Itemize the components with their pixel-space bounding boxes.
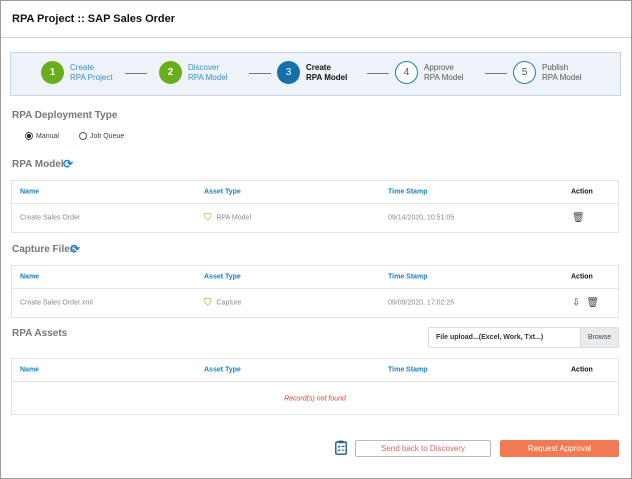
step-connector	[485, 73, 507, 74]
rpa-assets-heading: RPA Assets	[12, 328, 68, 339]
col-asset-type[interactable]: Asset Type	[204, 274, 241, 281]
col-name[interactable]: Name	[20, 274, 39, 281]
col-asset-type[interactable]: Asset Type	[204, 367, 241, 374]
step-connector	[125, 73, 147, 74]
cell-time-stamp: 09/14/2020, 10:51:05	[388, 214, 455, 222]
col-time-stamp[interactable]: Time Stamp	[388, 189, 428, 196]
step-5[interactable]: 5 Publish RPA Model	[513, 61, 581, 84]
step-sublabel: RPA Model	[306, 72, 348, 82]
cell-name: Create Sales Order.xml	[20, 299, 93, 307]
trash-icon[interactable]: 🗑	[586, 298, 599, 309]
browse-button[interactable]: Browse	[580, 328, 618, 347]
step-3[interactable]: 3 Create RPA Model	[277, 61, 347, 84]
deployment-type-heading: RPA Deployment Type	[12, 110, 118, 121]
col-name[interactable]: Name	[20, 189, 39, 196]
col-action: Action	[571, 188, 593, 196]
table-header: Name Asset Type Time Stamp Action	[12, 359, 618, 382]
step-number: 1	[41, 61, 64, 84]
step-label: Create	[70, 62, 95, 72]
radio-manual[interactable]: Manual	[25, 132, 59, 140]
page-title: RPA Project :: SAP Sales Order	[12, 13, 176, 25]
empty-message: Record(s) not found	[284, 395, 346, 402]
refresh-icon[interactable]: ⟳	[70, 242, 80, 256]
col-time-stamp[interactable]: Time Stamp	[388, 274, 428, 281]
step-label: Approve	[424, 62, 454, 72]
step-label: Discover	[188, 62, 220, 72]
step-label: Create	[306, 62, 331, 72]
step-connector	[367, 73, 389, 74]
col-name[interactable]: Name	[20, 367, 39, 374]
capture-files-table: Name Asset Type Time Stamp Action Create…	[11, 265, 619, 318]
table-row: Create Sales Order.xml ⛉ Capture 09/09/20…	[12, 289, 618, 317]
step-label: Publish	[542, 62, 569, 72]
radio-label: Job Queue	[90, 132, 125, 140]
table-row: Create Sales Order ⛉ RPA Model 09/14/2020…	[12, 204, 618, 232]
radio-selected-icon	[25, 132, 33, 140]
col-action: Action	[571, 273, 593, 281]
cell-asset-type: RPA Model	[216, 214, 252, 222]
empty-row: Record(s) not found	[12, 382, 618, 415]
step-sublabel: RPA Model	[424, 72, 464, 82]
shield-check-icon: ⛉	[204, 297, 212, 309]
step-connector	[249, 73, 271, 74]
refresh-icon[interactable]: ⟳	[63, 157, 73, 171]
trash-icon[interactable]: 🗑	[572, 213, 585, 224]
request-approval-button[interactable]: Request Approval	[500, 440, 619, 457]
step-sublabel: RPA Project	[70, 72, 113, 82]
radio-unselected-icon	[79, 132, 87, 140]
step-number: 3	[277, 61, 300, 84]
col-asset-type[interactable]: Asset Type	[204, 189, 241, 196]
cell-asset-type: Capture	[216, 299, 242, 307]
step-1[interactable]: 1 Create RPA Project	[41, 61, 113, 84]
col-time-stamp[interactable]: Time Stamp	[388, 367, 428, 374]
radio-label: Manual	[36, 132, 59, 140]
step-number: 5	[513, 61, 536, 84]
table-header: Name Asset Type Time Stamp Action	[12, 181, 618, 204]
rpa-model-table: Name Asset Type Time Stamp Action Create…	[11, 180, 619, 233]
table-header: Name Asset Type Time Stamp Action	[12, 266, 618, 289]
shield-check-icon: ⛉	[204, 212, 212, 224]
cell-name: Create Sales Order	[20, 214, 81, 222]
step-number: 4	[395, 61, 418, 84]
send-back-to-discovery-button[interactable]: Send back to Discovery	[355, 440, 491, 457]
file-upload-input[interactable]: File upload...(Excel, Work, Txt...)	[429, 328, 580, 347]
step-2[interactable]: 2 Discover RPA Model	[159, 61, 227, 84]
rpa-model-heading: RPA Model	[12, 159, 64, 170]
step-sublabel: RPA Model	[542, 72, 582, 82]
radio-job-queue[interactable]: Job Queue	[79, 132, 124, 140]
clipboard-checklist-icon[interactable]	[335, 440, 347, 455]
file-upload[interactable]: File upload...(Excel, Work, Txt...) Brow…	[428, 327, 619, 348]
download-icon[interactable]: ⇩	[572, 298, 580, 309]
cell-time-stamp: 09/09/2020, 17:02:25	[388, 299, 455, 307]
step-number: 2	[159, 61, 182, 84]
progress-stepper: 1 Create RPA Project 2 Discover RPA Model …	[10, 52, 621, 96]
step-4[interactable]: 4 Approve RPA Model	[395, 61, 463, 84]
step-sublabel: RPA Model	[188, 72, 228, 82]
title-bar: RPA Project :: SAP Sales Order	[1, 1, 631, 38]
col-action: Action	[571, 366, 593, 374]
rpa-assets-table: Name Asset Type Time Stamp Action Record…	[11, 358, 619, 415]
capture-files-heading: Capture Files	[12, 244, 76, 255]
